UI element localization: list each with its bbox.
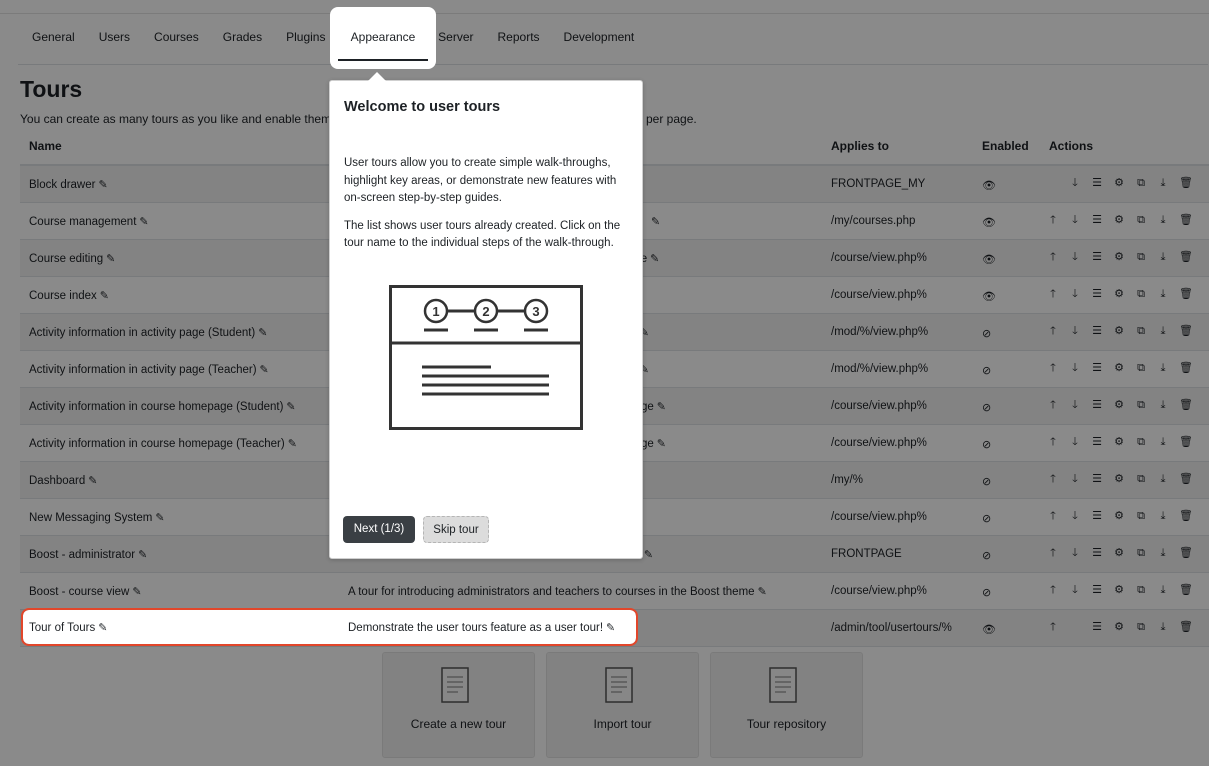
tab-appearance-highlight[interactable]: Appearance <box>330 7 436 69</box>
popover-body: User tours allow you to create simple wa… <box>344 155 628 263</box>
step-number-3: 3 <box>532 304 539 319</box>
steps-illustration-icon: 1 2 3 <box>389 285 583 430</box>
tour-popover: Welcome to user tours User tours allow y… <box>329 80 643 559</box>
tour-target-highlight <box>21 608 638 646</box>
step-number-2: 2 <box>482 304 489 319</box>
tab-appearance-label: Appearance <box>350 30 416 44</box>
popover-arrow <box>368 72 386 81</box>
skip-tour-button[interactable]: Skip tour <box>423 516 489 543</box>
popover-paragraph-1: User tours allow you to create simple wa… <box>344 157 617 204</box>
next-button[interactable]: Next (1/3) <box>343 516 415 543</box>
active-tab-underline <box>338 59 428 61</box>
popover-title: Welcome to user tours <box>344 99 501 115</box>
popover-paragraph-2: The list shows user tours already create… <box>344 219 621 250</box>
step-number-1: 1 <box>432 304 439 319</box>
